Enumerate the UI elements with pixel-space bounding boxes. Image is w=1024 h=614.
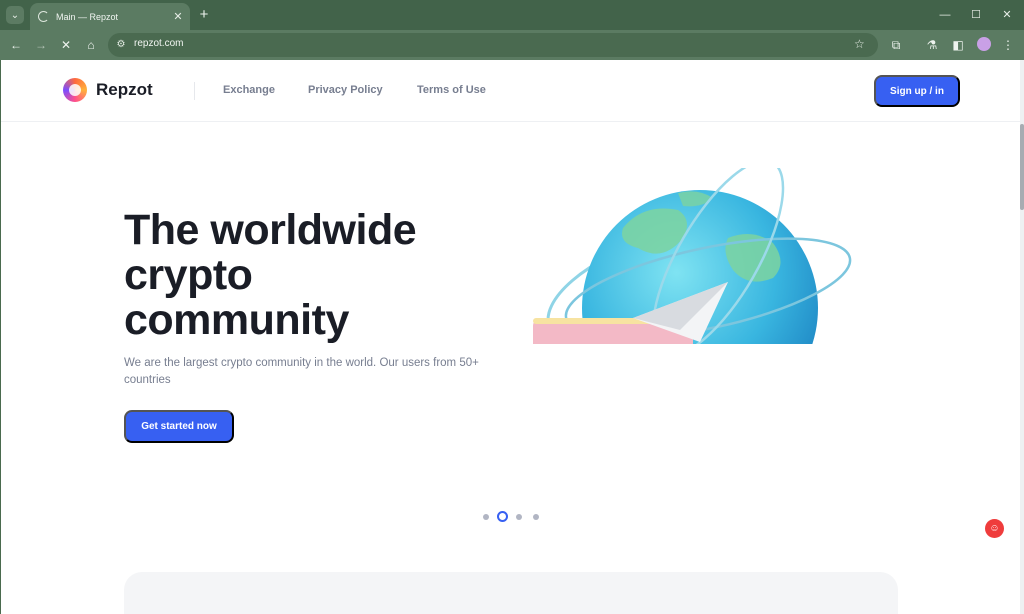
brand-name[interactable]: Repzot bbox=[96, 80, 153, 100]
hero-title-line: crypto bbox=[124, 251, 253, 299]
stop-loading-icon[interactable]: ✕ bbox=[58, 37, 74, 53]
globe-icon bbox=[533, 168, 852, 344]
flask-icon[interactable]: ⚗ bbox=[924, 37, 940, 53]
hero-title: The worldwide crypto community bbox=[124, 208, 484, 343]
side-panel-icon[interactable]: ◧ bbox=[950, 37, 966, 53]
arrow-right-icon[interactable]: → bbox=[33, 37, 49, 53]
nav-divider bbox=[194, 82, 195, 100]
globe-illustration bbox=[528, 168, 858, 344]
nav-link-terms-of-use[interactable]: Terms of Use bbox=[417, 84, 486, 96]
minimize-icon[interactable]: — bbox=[937, 7, 953, 23]
carousel-dot[interactable] bbox=[483, 514, 489, 520]
sign-up-button[interactable]: Sign up / in bbox=[874, 75, 960, 107]
hero-title-line: The worldwide bbox=[124, 206, 417, 254]
scrollbar-thumb[interactable] bbox=[1020, 124, 1024, 210]
browser-tab-strip: ⌄ Main — Repzot ✕ + — ☐ ✕ bbox=[0, 0, 1024, 30]
url-text[interactable]: repzot.com bbox=[134, 38, 183, 49]
browser-tab[interactable]: Main — Repzot ✕ bbox=[30, 3, 190, 30]
carousel-dot[interactable] bbox=[516, 514, 522, 520]
window-close-icon[interactable]: ✕ bbox=[999, 7, 1015, 23]
avatar[interactable] bbox=[977, 37, 991, 51]
tab-title: Main — Repzot bbox=[56, 11, 119, 22]
carousel-dot[interactable] bbox=[533, 514, 539, 520]
chevron-down-icon[interactable]: ⌄ bbox=[6, 6, 24, 24]
web-page: Repzot Exchange Privacy Policy Terms of … bbox=[1, 60, 1020, 614]
content-card bbox=[124, 572, 898, 614]
address-bar[interactable] bbox=[108, 33, 878, 57]
site-settings-icon[interactable]: ⚙ bbox=[114, 37, 128, 53]
nav-link-privacy-policy[interactable]: Privacy Policy bbox=[308, 84, 383, 96]
carousel-dot-active[interactable] bbox=[497, 511, 508, 522]
maximize-icon[interactable]: ☐ bbox=[968, 7, 984, 23]
nav-link-exchange[interactable]: Exchange bbox=[223, 84, 275, 96]
get-started-button[interactable]: Get started now bbox=[124, 410, 234, 443]
hero-title-line: community bbox=[124, 296, 349, 344]
site-header: Repzot Exchange Privacy Policy Terms of … bbox=[1, 60, 1020, 122]
hero-subtitle: We are the largest crypto community in t… bbox=[124, 357, 479, 386]
home-icon[interactable]: ⌂ bbox=[83, 37, 99, 53]
loading-spinner-icon bbox=[38, 11, 49, 22]
puzzle-icon[interactable]: ⧉ bbox=[888, 37, 904, 53]
star-icon[interactable]: ☆ bbox=[854, 37, 865, 51]
arrow-left-icon[interactable]: ← bbox=[8, 37, 24, 53]
kebab-menu-icon[interactable]: ⋮ bbox=[1000, 37, 1016, 53]
plus-icon[interactable]: + bbox=[196, 6, 212, 24]
close-icon[interactable]: ✕ bbox=[170, 10, 186, 23]
logo-icon[interactable] bbox=[63, 78, 87, 102]
help-chat-icon[interactable]: ☺ bbox=[985, 519, 1004, 538]
